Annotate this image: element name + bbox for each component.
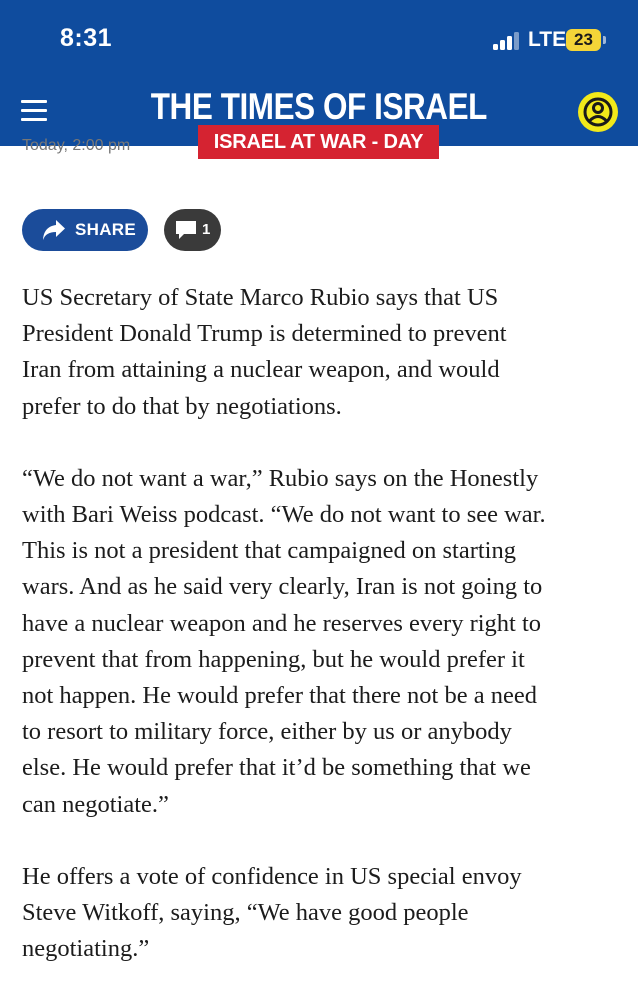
- text-line: President Donald Trump is determined to …: [22, 320, 507, 348]
- text-line: prefer to do that by negotiations.: [22, 392, 342, 420]
- status-time: 8:31: [60, 24, 113, 52]
- site-logo[interactable]: THE TIMES OF ISRAEL: [48, 86, 590, 128]
- text-line: prevent that from happening, but he woul…: [22, 645, 525, 673]
- comments-button[interactable]: 1: [164, 209, 221, 251]
- share-button[interactable]: SHARE: [22, 209, 148, 251]
- battery-tip: [603, 36, 606, 44]
- text-line: US Secretary of State Marco Rubio says t…: [22, 284, 499, 311]
- network-type: LTE: [528, 28, 567, 51]
- article-timestamp: Today, 2:00 pm: [22, 137, 131, 154]
- share-arrow-icon: [42, 219, 66, 246]
- text-line: This is not a president that campaigned …: [22, 537, 516, 565]
- user-account-icon[interactable]: [578, 92, 618, 132]
- war-day-banner[interactable]: ISRAEL AT WAR - DAY 565: [198, 125, 439, 187]
- text-line: negotiating.”: [22, 935, 150, 963]
- text-line: to resort to military force, either by u…: [22, 718, 512, 746]
- text-line: Iran from attaining a nuclear weapon, an…: [22, 356, 500, 384]
- text-line: can negotiate.”: [22, 790, 169, 818]
- battery-icon: 23: [566, 29, 601, 51]
- article-paragraph: US Secretary of State Marco Rubio says t…: [22, 280, 622, 425]
- text-line: else. He would prefer that it’d be somet…: [22, 754, 531, 782]
- text-line: “We do not want a war,” Rubio says on th…: [22, 464, 539, 492]
- cellular-signal-icon: [493, 32, 523, 50]
- share-label: SHARE: [75, 220, 137, 239]
- text-line: not happen. He would prefer that there n…: [22, 682, 537, 710]
- text-line: have a nuclear weapon and he reserves ev…: [22, 609, 542, 637]
- article-paragraph: “We do not want a war,” Rubio says on th…: [22, 461, 622, 823]
- article-body: US Secretary of State Marco Rubio says t…: [22, 280, 622, 1003]
- comment-bubble-icon: [175, 220, 197, 244]
- text-line: wars. And as he said very clearly, Iran …: [22, 573, 543, 601]
- text-line: Steve Witkoff, saying, “We have good peo…: [22, 899, 469, 927]
- text-line: with Bari Weiss podcast. “We do not want…: [22, 501, 546, 529]
- article-paragraph: He offers a vote of confidence in US spe…: [22, 859, 622, 968]
- text-line: He offers a vote of confidence in US spe…: [22, 862, 522, 890]
- comment-count: 1: [202, 221, 211, 238]
- hamburger-menu-icon[interactable]: [21, 98, 47, 124]
